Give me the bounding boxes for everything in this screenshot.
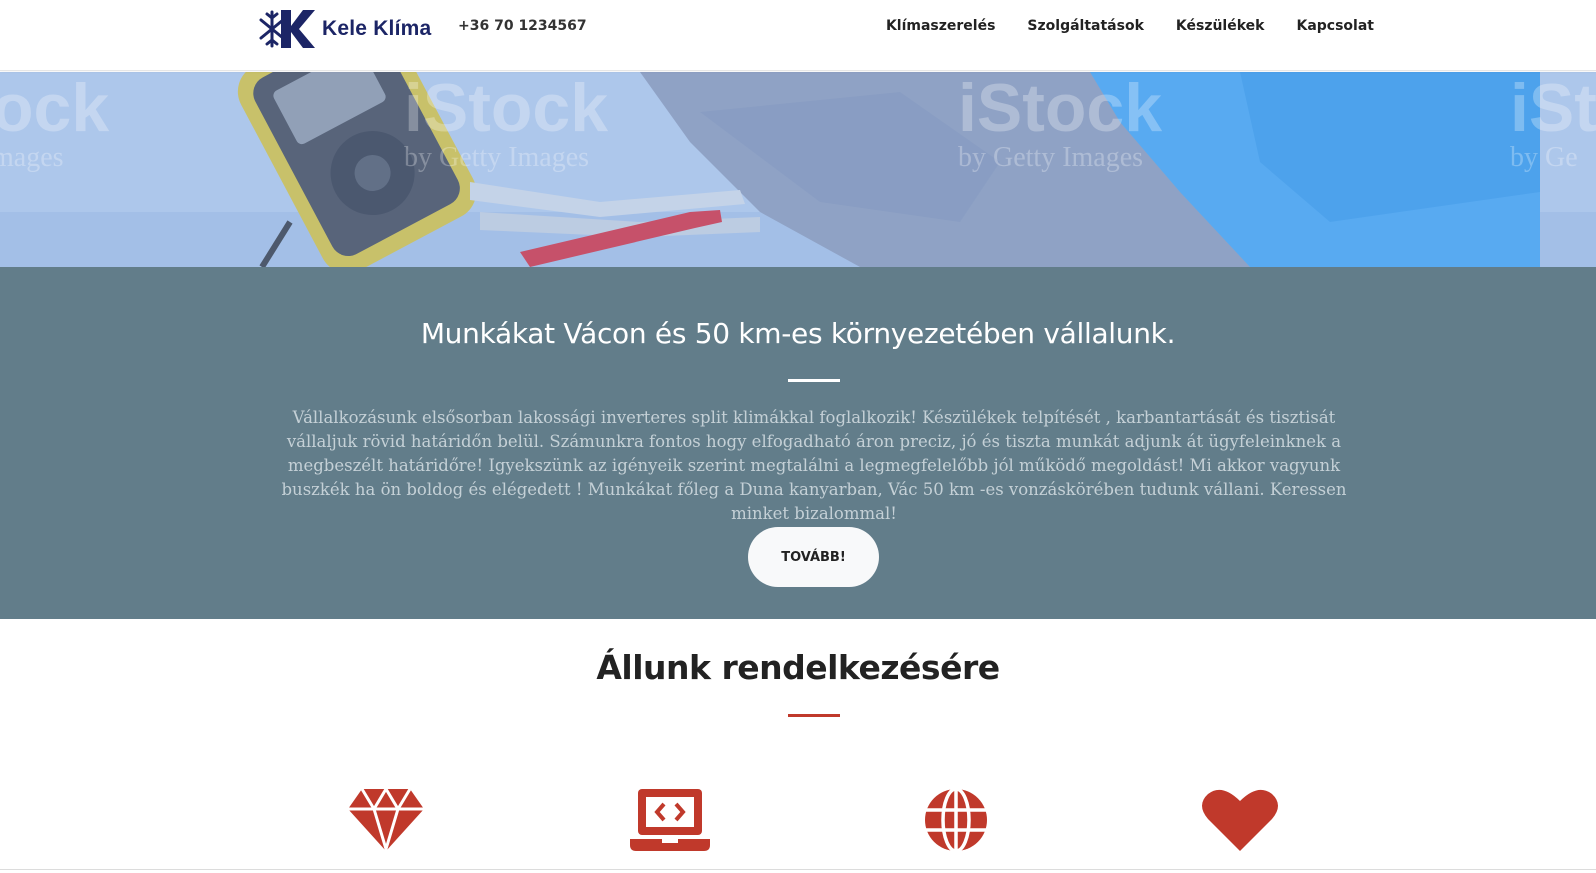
brand-name: Kele Klíma: [322, 17, 432, 40]
main-nav: Klímaszerelés Szolgáltatások Készülékek …: [886, 18, 1374, 34]
site-header: Kele Klíma +36 70 1234567 Klímaszerelés …: [0, 0, 1596, 71]
heart-icon: [1202, 789, 1278, 851]
nav-item-szolgaltatasok[interactable]: Szolgáltatások: [1027, 18, 1143, 34]
nav-item-keszulekek[interactable]: Készülékek: [1176, 18, 1265, 34]
laptop-code-icon: [630, 789, 710, 851]
hero-image: ock mages iStock by Getty Images iStock …: [0, 72, 1596, 267]
watermark-left: ock mages: [0, 72, 110, 173]
diamond-icon: [348, 787, 424, 853]
intro-text: Vállalkozásunk elsősorban lakossági inve…: [281, 408, 1347, 523]
intro-divider: [788, 379, 840, 382]
watermark-center: iStock by Getty Images: [404, 72, 609, 173]
phone-number[interactable]: +36 70 1234567: [458, 18, 587, 34]
snowflake-k-logo-icon: [259, 10, 315, 48]
section-bottom-border: [0, 869, 1596, 870]
globe-icon: [925, 787, 987, 853]
watermark-right-center: iStock by Getty Images: [958, 72, 1163, 173]
intro-section: Munkákat Vácon és 50 km-es környezetében…: [0, 267, 1596, 619]
services-title: Állunk rendelkezésére: [596, 648, 1000, 687]
intro-title: Munkákat Vácon és 50 km-es környezetében…: [420, 317, 1176, 350]
nav-item-klimaszereles[interactable]: Klímaszerelés: [886, 18, 995, 34]
services-divider: [788, 714, 840, 717]
nav-item-kapcsolat[interactable]: Kapcsolat: [1296, 18, 1374, 34]
logo-link[interactable]: Kele Klíma: [259, 8, 431, 50]
more-button[interactable]: TOVÁBB!: [748, 527, 879, 587]
technician-photo: [0, 72, 1596, 267]
watermark-right: iSt by Ge: [1510, 72, 1596, 173]
